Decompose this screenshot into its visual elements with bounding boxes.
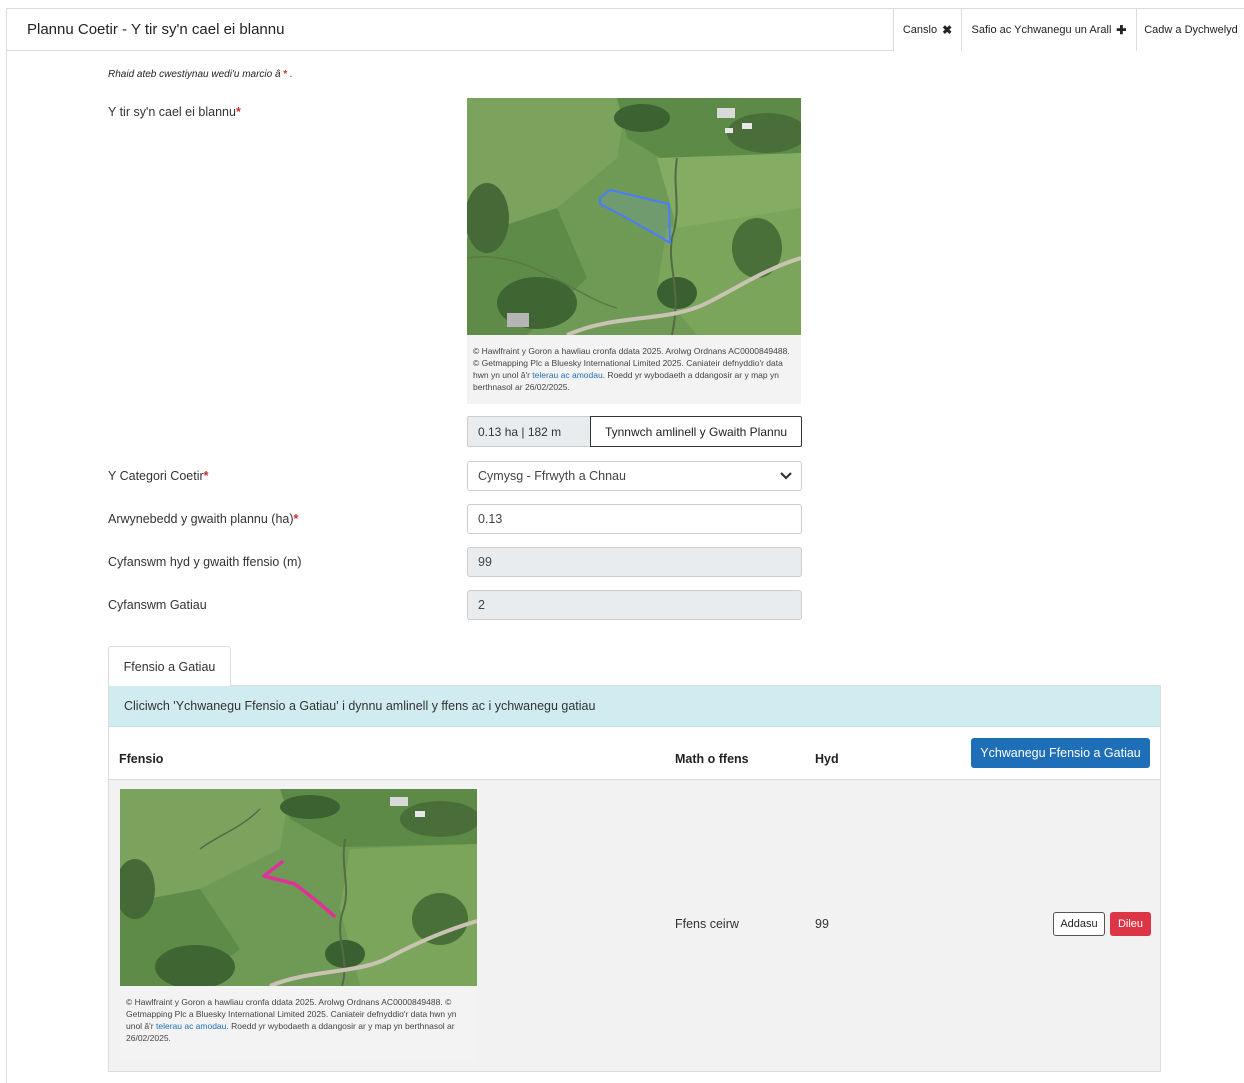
cancel-label: Canslo: [902, 24, 938, 36]
save-return-label: Cadw a Dychwelyd: [1144, 24, 1238, 36]
area-input[interactable]: 0.13: [467, 504, 802, 534]
required-star: *: [293, 512, 299, 526]
delete-button[interactable]: Dileu: [1110, 912, 1151, 936]
gates-total-label: Cyfanswm Gatiau: [108, 598, 207, 612]
fence-length-cell: 99: [815, 917, 829, 931]
trace-planting-button[interactable]: Tynnwch amlinell y Gwaith Plannu: [590, 416, 802, 447]
save-add-label: Safio ac Ychwanegu un Arall: [971, 24, 1112, 36]
table-row: © Hawlfraint y Goron a hawliau cronfa dd…: [109, 779, 1160, 1071]
required-star: *: [283, 69, 288, 80]
plus-icon: ✚: [1116, 23, 1127, 37]
category-label: Y Categori Coetir*: [108, 469, 209, 483]
chevron-down-icon: [780, 470, 792, 484]
page-title: Plannu Coetir - Y tir sy'n cael ei blann…: [27, 21, 285, 38]
required-star: *: [235, 105, 241, 119]
required-note: Rhaid ateb cwestiynau wedi'u marcio â * …: [108, 69, 293, 80]
fence-total-field: 99: [467, 547, 802, 577]
land-label-text: Y tir sy'n cael ei blannu: [108, 105, 236, 119]
area-label-text: Arwynebedd y gwaith plannu (ha): [108, 512, 294, 526]
fence-map[interactable]: [120, 789, 477, 986]
category-selected-value: Cymysg - Ffrwyth a Chnau: [478, 469, 626, 483]
add-fencing-gates-button[interactable]: Ychwanegu Ffensio a Gatiau: [971, 738, 1150, 768]
fencing-panel: Cliciwch 'Ychwanegu Ffensio a Gatiau' i …: [108, 685, 1161, 1072]
required-star: *: [203, 469, 209, 483]
map-copyright-caption: © Hawlfraint y Goron a hawliau cronfa dd…: [120, 986, 477, 1062]
required-note-text: Rhaid ateb cwestiynau wedi'u marcio â: [108, 69, 281, 80]
area-perimeter-readout: 0.13 ha | 182 m: [467, 416, 591, 447]
aerial-map-image: [467, 98, 801, 335]
terms-link[interactable]: telerau ac amodau: [156, 1021, 226, 1031]
area-label: Arwynebedd y gwaith plannu (ha)*: [108, 512, 298, 526]
save-add-another-button[interactable]: Safio ac Ychwanegu un Arall ✚: [961, 9, 1136, 51]
gates-total-field: 2: [467, 590, 802, 620]
tab-fencing-gates[interactable]: Ffensio a Gatiau: [108, 646, 231, 686]
cancel-button[interactable]: Canslo ✖: [893, 9, 961, 51]
edit-button[interactable]: Addasu: [1053, 912, 1105, 936]
column-header-length: Hyd: [815, 752, 839, 766]
column-header-fence-type: Math o ffens: [675, 752, 749, 766]
terms-link[interactable]: telerau ac amodau: [532, 370, 602, 380]
column-header-fencing: Ffensio: [119, 752, 164, 766]
required-note-end: .: [290, 69, 293, 80]
map-copyright-caption: © Hawlfraint y Goron a hawliau cronfa dd…: [467, 335, 801, 404]
save-return-button[interactable]: Cadw a Dychwelyd: [1136, 9, 1244, 51]
fence-total-label: Cyfanswm hyd y gwaith ffensio (m): [108, 555, 302, 569]
category-select[interactable]: Cymysg - Ffrwyth a Chnau: [467, 461, 802, 491]
info-alert: Cliciwch 'Ychwanegu Ffensio a Gatiau' i …: [109, 686, 1160, 727]
header-bar: Plannu Coetir - Y tir sy'n cael ei blann…: [7, 9, 1244, 51]
aerial-map-image: [120, 789, 477, 986]
category-label-text: Y Categori Coetir: [108, 469, 204, 483]
close-icon: ✖: [942, 23, 953, 37]
land-label: Y tir sy'n cael ei blannu*: [108, 105, 241, 119]
fence-type-cell: Ffens ceirw: [675, 917, 739, 931]
form-window: Plannu Coetir - Y tir sy'n cael ei blann…: [6, 8, 1244, 1083]
planting-map[interactable]: [467, 98, 801, 335]
